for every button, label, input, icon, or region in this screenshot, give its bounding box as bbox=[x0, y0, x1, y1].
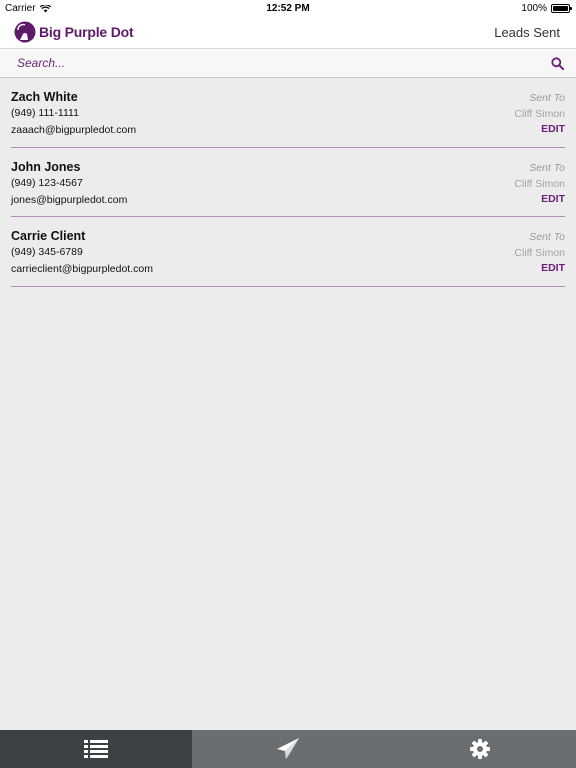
page-title: Leads Sent bbox=[494, 25, 560, 40]
lead-name: Carrie Client bbox=[11, 229, 86, 243]
search-icon[interactable] bbox=[551, 57, 564, 70]
lead-phone: (949) 123-4567 bbox=[11, 176, 83, 189]
lead-list: Zach White (949) 111-1111 zaaach@bigpurp… bbox=[11, 78, 565, 287]
list-item[interactable]: Carrie Client (949) 345-6789 carrieclien… bbox=[11, 217, 565, 287]
sent-to-name: Cliff Simon bbox=[514, 177, 565, 190]
lead-phone: (949) 111-1111 bbox=[11, 107, 79, 119]
brand-logo: Big Purple Dot bbox=[14, 21, 134, 43]
lead-phone: (949) 345-6789 bbox=[11, 246, 83, 258]
list-item[interactable]: Zach White (949) 111-1111 zaaach@bigpurp… bbox=[11, 78, 565, 148]
edit-button[interactable]: EDIT bbox=[541, 193, 565, 205]
lead-email: zaaach@bigpurpledot.com bbox=[11, 124, 137, 136]
tab-bar bbox=[0, 730, 576, 768]
list-icon bbox=[84, 740, 108, 758]
battery-indicator: 100% bbox=[521, 3, 572, 14]
list-item[interactable]: John Jones (949) 123-4567 jones@bigpurpl… bbox=[11, 148, 565, 217]
status-bar: Carrier 12:52 PM 100% bbox=[0, 0, 576, 17]
battery-icon bbox=[551, 4, 572, 13]
gear-icon bbox=[470, 739, 490, 759]
tab-settings[interactable] bbox=[384, 730, 576, 768]
nav-bar: Big Purple Dot Leads Sent bbox=[0, 17, 576, 48]
lead-email: jones@bigpurpledot.com bbox=[11, 193, 128, 206]
send-icon bbox=[277, 738, 299, 759]
clock: 12:52 PM bbox=[266, 3, 310, 14]
tab-leads-list[interactable] bbox=[0, 730, 192, 768]
lead-name: John Jones bbox=[11, 159, 81, 174]
brand-name: Big Purple Dot bbox=[39, 24, 134, 40]
sent-to-name: Cliff Simon bbox=[514, 247, 565, 259]
lead-email: carrieclient@bigpurpledot.com bbox=[11, 263, 153, 275]
sent-to-label: Sent To bbox=[529, 161, 565, 174]
sent-to-label: Sent To bbox=[529, 231, 565, 243]
lead-name: Zach White bbox=[11, 90, 78, 104]
purple-dot-logo-icon bbox=[14, 21, 36, 43]
sent-to-label: Sent To bbox=[529, 92, 565, 104]
search-bar bbox=[0, 48, 576, 78]
search-input[interactable] bbox=[17, 54, 517, 72]
battery-percent: 100% bbox=[521, 3, 547, 14]
sent-to-name: Cliff Simon bbox=[514, 108, 565, 120]
tab-send-lead[interactable] bbox=[192, 730, 384, 768]
edit-button[interactable]: EDIT bbox=[541, 262, 565, 274]
edit-button[interactable]: EDIT bbox=[541, 123, 565, 135]
